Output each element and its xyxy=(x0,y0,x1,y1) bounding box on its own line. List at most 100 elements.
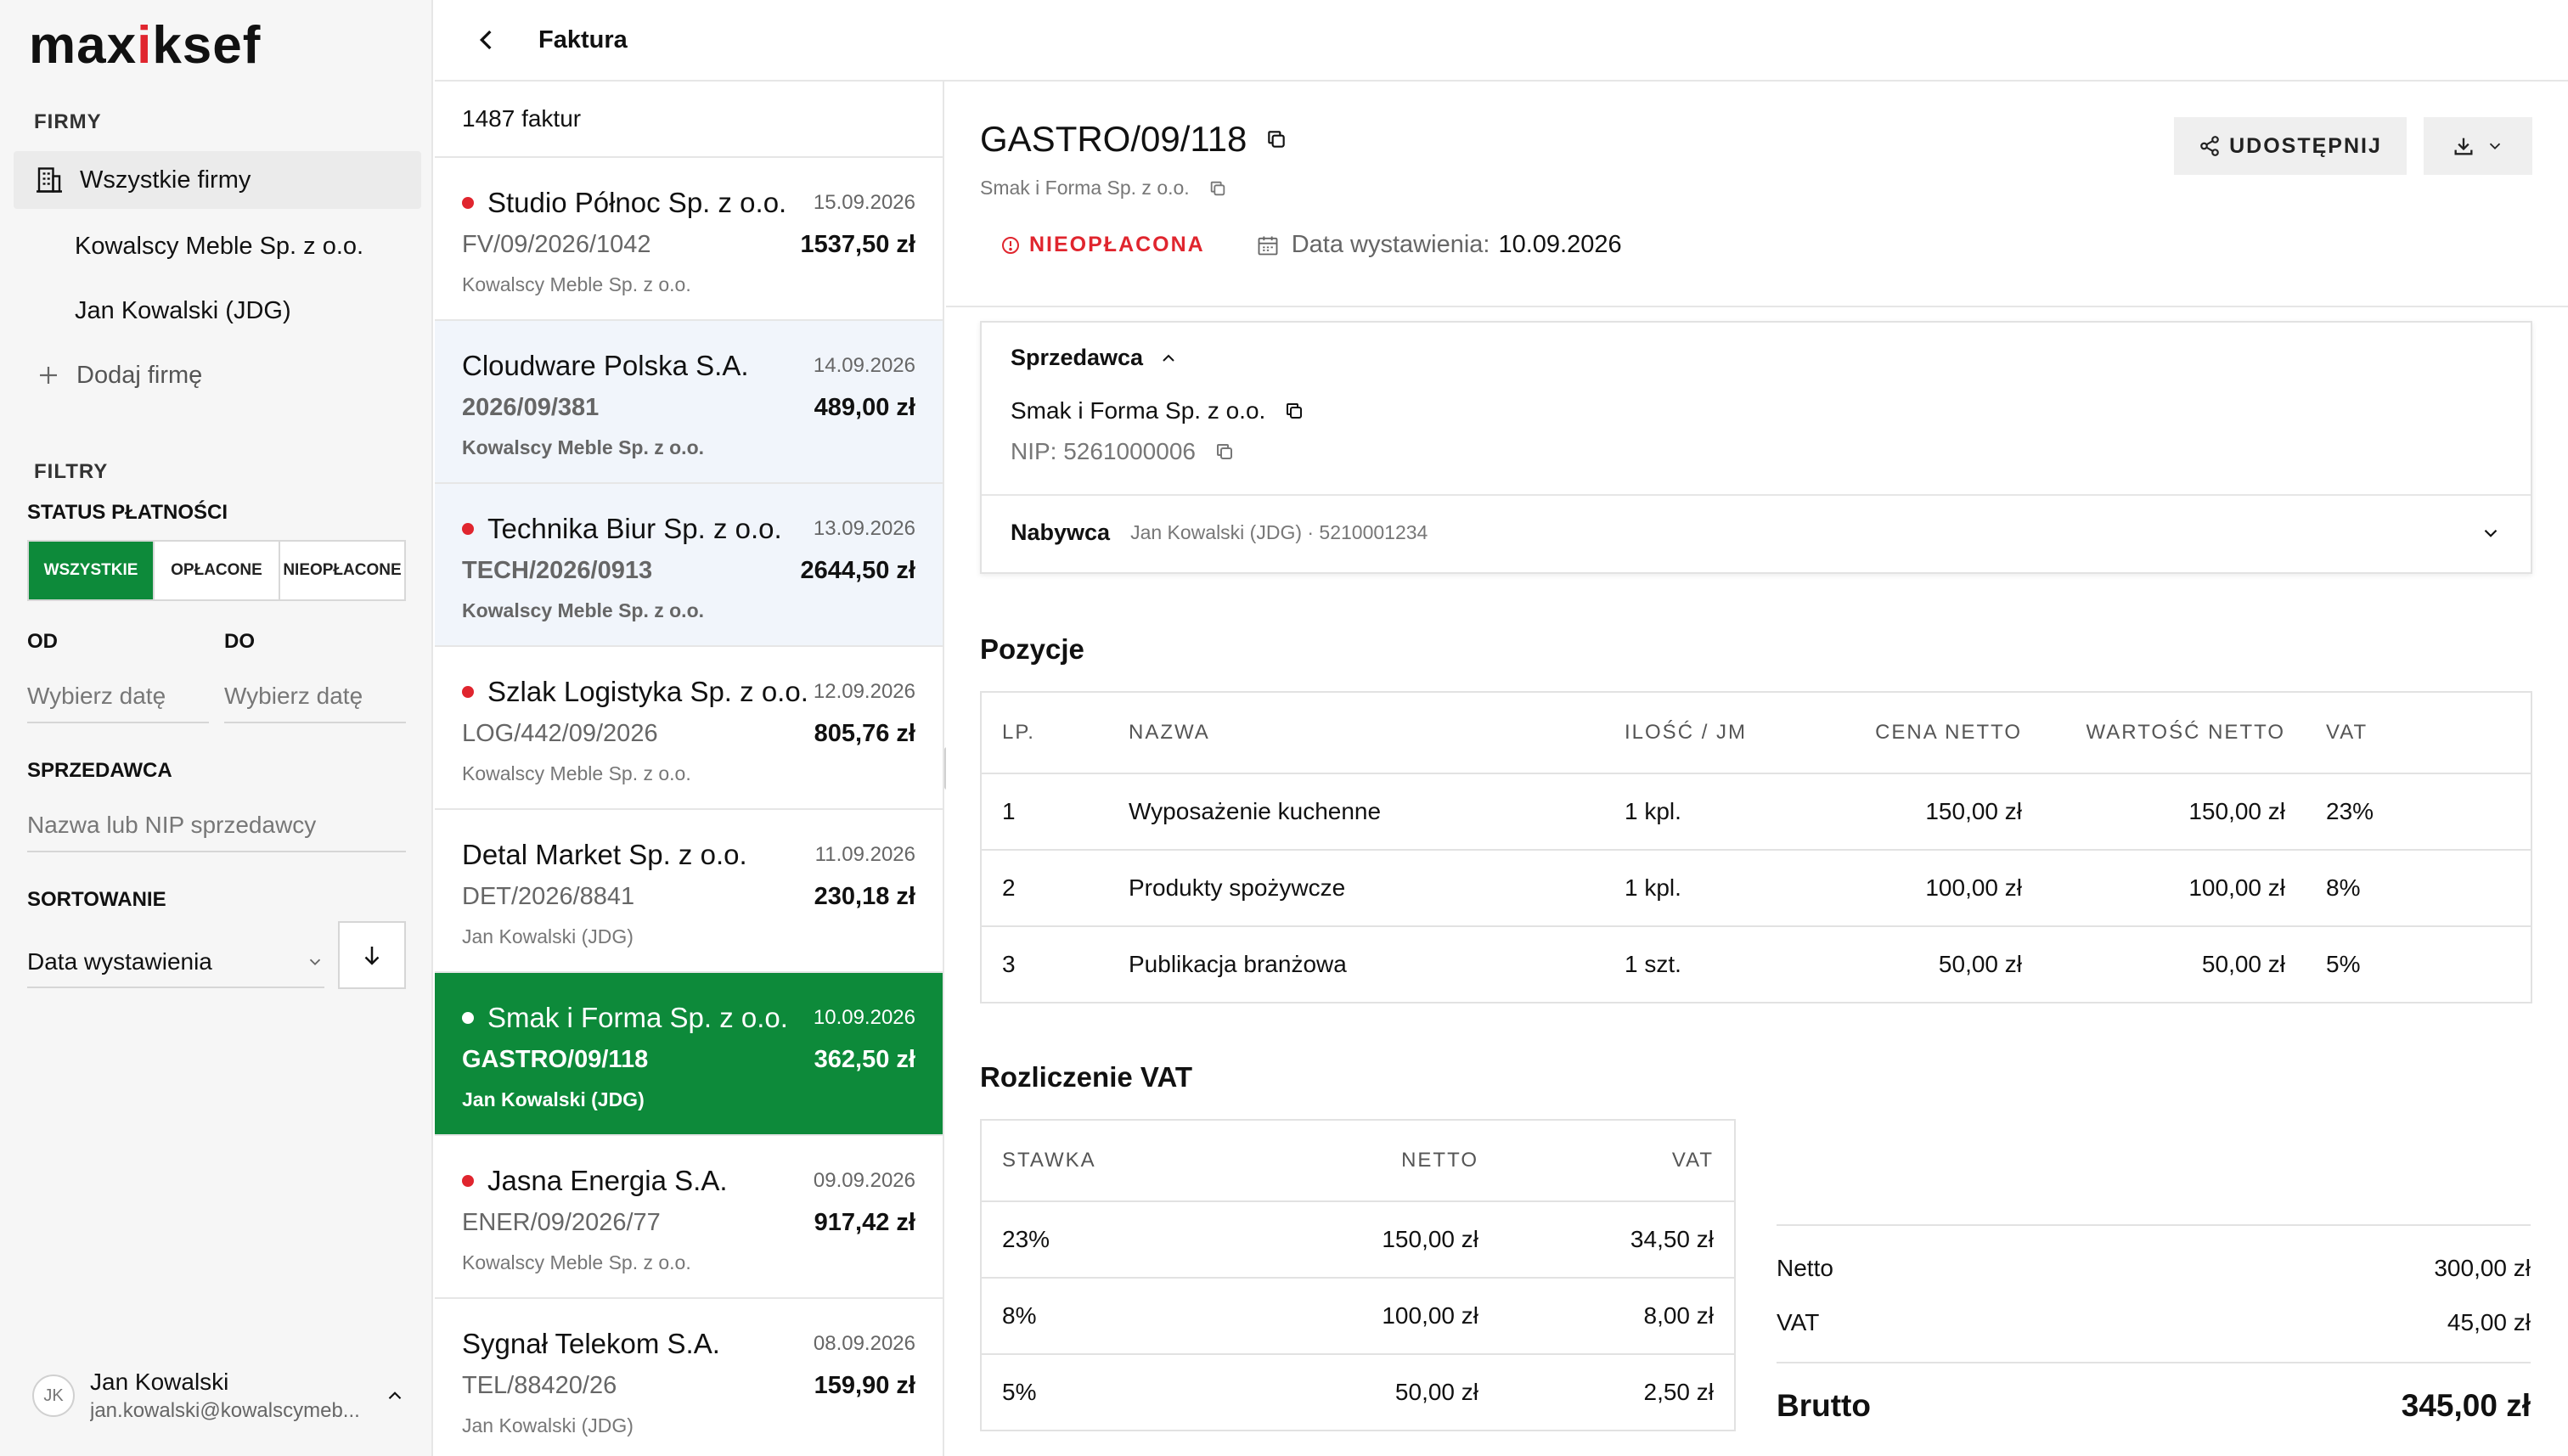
invoice-seller: Szlak Logistyka Sp. z o.o. xyxy=(487,676,808,707)
user-name: Jan Kowalski xyxy=(90,1369,229,1395)
totals-brutto-row: Brutto 345,00 zł xyxy=(1777,1363,2531,1448)
top-bar: Faktura xyxy=(435,0,2568,82)
invoice-seller: Jasna Energia S.A. xyxy=(487,1165,728,1196)
seller-section-label: Sprzedawca xyxy=(1011,345,1144,370)
vat-amount: 8,00 zł xyxy=(1499,1278,1735,1355)
invoice-date: 08.09.2026 xyxy=(813,1332,915,1355)
user-email: jan.kowalski@kowalscymeb... xyxy=(90,1399,360,1422)
status-unpaid-option[interactable]: NIEOPŁACONE xyxy=(280,542,404,599)
table-row: 2 Produkty spożywcze 1 kpl. 100,00 zł 10… xyxy=(981,850,2531,927)
item-unit-price: 50,00 zł xyxy=(1938,951,2022,977)
sidebar-item-jan-kowalski[interactable]: Jan Kowalski (JDG) xyxy=(14,282,421,340)
copy-icon[interactable] xyxy=(1265,128,1287,150)
column-header: STAWKA xyxy=(981,1120,1236,1202)
invoice-number: FV/09/2026/1042 xyxy=(462,231,651,258)
status-badge: NIEOPŁACONA xyxy=(1000,233,1205,257)
issue-date-label: Data wystawienia: xyxy=(1291,231,1490,258)
invoice-number: LOG/442/09/2026 xyxy=(462,720,658,747)
copy-icon[interactable] xyxy=(1208,179,1227,198)
invoice-list-item[interactable]: Cloudware Polska S.A. 14.09.2026 2026/09/… xyxy=(435,321,943,484)
vat-net: 50,00 zł xyxy=(1394,1379,1478,1405)
invoice-list-item[interactable]: Studio Północ Sp. z o.o. 15.09.2026 FV/09… xyxy=(435,158,943,321)
sidebar: maxiksef FIRMY Wszystkie firmy Kowalscy … xyxy=(0,0,433,1456)
sort-direction-button[interactable] xyxy=(338,921,406,989)
copy-icon[interactable] xyxy=(1284,401,1304,421)
vat-amount: 2,50 zł xyxy=(1643,1379,1715,1405)
invoice-date: 13.09.2026 xyxy=(813,517,915,540)
invoice-list-item[interactable]: Szlak Logistyka Sp. z o.o. 12.09.2026 LOG… xyxy=(435,647,943,810)
sidebar-item-kowalscy-meble[interactable]: Kowalscy Meble Sp. z o.o. xyxy=(14,217,421,275)
vat-net: 100,00 zł xyxy=(1236,1278,1499,1355)
seller-search-input[interactable]: Nazwa lub NIP sprzedawcy xyxy=(27,812,406,852)
chevron-up-icon xyxy=(1163,354,1174,362)
totals-vat-row: VAT 45,00 zł xyxy=(1777,1296,2531,1350)
invoice-number: ENER/09/2026/77 xyxy=(462,1209,661,1236)
column-header: WARTOŚĆ NETTO xyxy=(2042,692,2306,774)
invoice-subtitle: Smak i Forma Sp. z o.o. xyxy=(980,177,1227,200)
invoice-number: GASTRO/09/118 xyxy=(462,1046,649,1073)
vat-amount: 34,50 zł xyxy=(1499,1201,1735,1279)
invoice-list: 1487 faktur Studio Północ Sp. z o.o. 15.0… xyxy=(435,82,944,1456)
column-header: LP. xyxy=(981,692,1108,774)
invoice-date: 14.09.2026 xyxy=(813,354,915,377)
add-firm-button[interactable]: Dodaj firmę xyxy=(14,346,421,404)
date-from-input[interactable]: Wybierz datę xyxy=(27,683,209,723)
invoice-date: 12.09.2026 xyxy=(813,680,915,703)
invoice-date: 15.09.2026 xyxy=(813,191,915,214)
user-menu[interactable]: JK Jan Kowalski jan.kowalski@kowalscymeb… xyxy=(32,1362,406,1430)
date-from-label: OD xyxy=(27,630,58,653)
invoice-title: GASTRO/09/118 xyxy=(980,119,1287,160)
share-button[interactable]: UDOSTĘPNIJ xyxy=(2174,117,2407,175)
vat-rate: 5% xyxy=(1002,1379,1037,1405)
invoice-list-item[interactable]: Jasna Energia S.A. 09.09.2026 ENER/09/202… xyxy=(435,1136,943,1299)
column-header: CENA NETTO xyxy=(1825,692,2042,774)
buyer-section-toggle[interactable]: Nabywca Jan Kowalski (JDG) · 5210001234 xyxy=(1011,520,2502,546)
unpaid-dot xyxy=(462,197,474,209)
sidebar-item-label: Kowalscy Meble Sp. z o.o. xyxy=(75,232,364,260)
netto-label: Netto xyxy=(1777,1255,1833,1281)
invoice-number: TEL/88420/26 xyxy=(462,1372,617,1399)
invoice-buyer: Kowalscy Meble Sp. z o.o. xyxy=(462,762,691,784)
seller-nip: NIP: 5261000006 xyxy=(1011,438,1196,464)
table-row: 3 Publikacja branżowa 1 szt. 50,00 zł 50… xyxy=(981,926,2531,1003)
item-net-value: 100,00 zł xyxy=(2042,850,2306,927)
invoice-list-item[interactable]: Detal Market Sp. z o.o. 11.09.2026 DET/20… xyxy=(435,810,943,973)
invoice-list-item[interactable]: Sygnał Telekom S.A. 08.09.2026 TEL/88420/… xyxy=(435,1299,943,1456)
invoice-number: DET/2026/8841 xyxy=(462,883,635,910)
item-vat: 23% xyxy=(2306,773,2531,851)
vat-total-value: 45,00 zł xyxy=(2447,1309,2531,1335)
share-icon xyxy=(2200,136,2219,156)
seller-section-toggle[interactable]: Sprzedawca xyxy=(1011,345,1179,371)
date-to-input[interactable]: Wybierz datę xyxy=(224,683,406,723)
status-paid-option[interactable]: OPŁACONE xyxy=(155,542,280,599)
invoice-list-item[interactable]: Technika Biur Sp. z o.o. 13.09.2026 TECH/… xyxy=(435,484,943,647)
issue-date-value: 10.09.2026 xyxy=(1498,231,1622,258)
parties-card: Sprzedawca Smak i Forma Sp. z o.o. NIP: … xyxy=(980,321,2532,574)
item-name: Wyposażenie kuchenne xyxy=(1108,773,1604,851)
items-table: LP. NAZWA ILOŚĆ / JM CENA NETTO WARTOŚĆ … xyxy=(980,691,2532,1003)
invoice-buyer: Kowalscy Meble Sp. z o.o. xyxy=(462,1251,691,1273)
invoice-amount: 230,18 zł xyxy=(814,883,915,910)
app-logo[interactable]: maxiksef xyxy=(29,15,261,76)
netto-value: 300,00 zł xyxy=(2434,1255,2531,1281)
brutto-label: Brutto xyxy=(1777,1388,1871,1423)
sidebar-item-all-firms[interactable]: Wszystkie firmy xyxy=(14,151,421,209)
item-unit-price: 100,00 zł xyxy=(1825,850,2042,927)
invoice-list-item-selected[interactable]: Smak i Forma Sp. z o.o. 10.09.2026 GASTRO… xyxy=(435,973,943,1136)
sidebar-item-label: Wszystkie firmy xyxy=(80,166,251,194)
buyer-section-label: Nabywca xyxy=(1011,520,1111,545)
share-label: UDOSTĘPNIJ xyxy=(2229,133,2382,158)
column-header: NETTO xyxy=(1236,1120,1499,1202)
invoice-number: 2026/09/381 xyxy=(462,394,600,421)
column-header: ILOŚĆ / JM xyxy=(1604,692,1825,774)
items-title: Pozycje xyxy=(980,633,1084,665)
filters-section-label: FILTRY xyxy=(34,460,109,483)
copy-icon[interactable] xyxy=(1214,441,1235,462)
download-button[interactable] xyxy=(2424,117,2532,175)
invoice-seller: Cloudware Polska S.A. xyxy=(462,350,749,381)
status-all-option[interactable]: WSZYSTKIE xyxy=(29,542,155,599)
invoice-amount: 362,50 zł xyxy=(814,1046,915,1073)
invoice-seller: Smak i Forma Sp. z o.o. xyxy=(487,1002,788,1033)
sort-select[interactable]: Data wystawienia xyxy=(27,937,324,988)
back-arrow-icon[interactable] xyxy=(470,23,504,57)
